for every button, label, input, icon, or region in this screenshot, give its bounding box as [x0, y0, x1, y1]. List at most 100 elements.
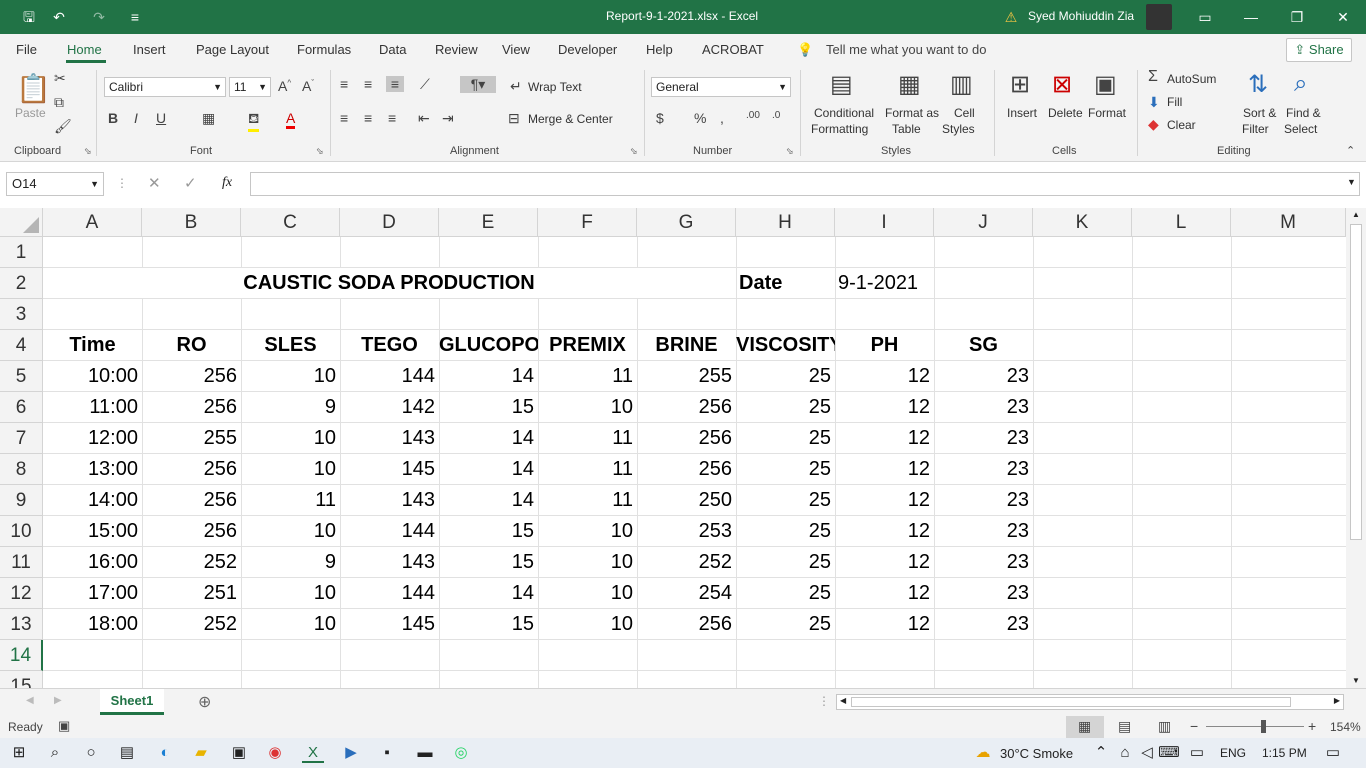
number-launcher-icon[interactable]: ⬂ — [786, 146, 794, 157]
ribbon-display-icon[interactable]: ▭ — [1196, 8, 1214, 26]
data-cell[interactable]: 10 — [538, 547, 637, 578]
find-icon[interactable]: ⌕ — [1294, 70, 1307, 98]
column-header[interactable]: I — [835, 208, 934, 237]
column-header[interactable]: J — [934, 208, 1033, 237]
data-cell[interactable]: 23 — [934, 547, 1033, 578]
delete-cells-icon[interactable]: ⊠ — [1052, 70, 1072, 99]
time-cell[interactable]: 13:00 — [43, 454, 142, 485]
data-cell[interactable]: 145 — [340, 609, 439, 640]
underline-icon[interactable]: U — [156, 110, 166, 126]
column-header[interactable]: K — [1033, 208, 1132, 237]
wrap-text-button[interactable]: Wrap Text — [528, 80, 582, 94]
row-header[interactable]: 10 — [0, 516, 43, 547]
bottom-align-icon[interactable]: ≡ — [386, 76, 404, 92]
data-cell[interactable]: 25 — [736, 423, 835, 454]
column-header[interactable]: A — [43, 208, 142, 237]
data-cell[interactable]: 252 — [637, 547, 736, 578]
data-cell[interactable]: 10 — [241, 609, 340, 640]
data-cell[interactable]: 10 — [538, 516, 637, 547]
whatsapp-icon[interactable]: ◎ — [450, 743, 472, 763]
split-handle-icon[interactable]: ⋮ — [818, 694, 830, 708]
format-cells-button[interactable]: Format — [1088, 106, 1126, 120]
language-indicator[interactable]: ENG — [1220, 746, 1246, 760]
cut-icon[interactable]: ✂ — [54, 70, 66, 87]
align-right-icon[interactable]: ≡ — [388, 110, 396, 126]
tab-page-layout[interactable]: Page Layout — [196, 42, 269, 57]
merge-center-icon[interactable]: ⊟ — [508, 110, 520, 127]
borders-icon[interactable]: ▦ — [202, 110, 215, 127]
currency-icon[interactable]: $ — [656, 110, 664, 126]
row-header[interactable]: 1 — [0, 237, 43, 268]
tab-formulas[interactable]: Formulas — [297, 42, 351, 57]
data-cell[interactable]: 12 — [835, 516, 934, 547]
data-cell[interactable]: 23 — [934, 392, 1033, 423]
data-cell[interactable]: 11 — [538, 361, 637, 392]
data-cell[interactable]: 255 — [637, 361, 736, 392]
data-cell[interactable]: 11 — [538, 485, 637, 516]
font-launcher-icon[interactable]: ⬂ — [316, 146, 324, 157]
row-header[interactable]: 6 — [0, 392, 43, 423]
autosum-button[interactable]: AutoSum — [1167, 72, 1216, 86]
data-cell[interactable]: 25 — [736, 516, 835, 547]
tray-chevron-icon[interactable]: ⌃ — [1090, 743, 1112, 763]
cancel-icon[interactable]: ✕ — [148, 174, 161, 192]
powershell-icon[interactable]: ▶ — [340, 743, 362, 763]
chrome-icon[interactable]: ◉ — [264, 743, 286, 763]
avatar[interactable] — [1146, 4, 1172, 30]
header-ro[interactable]: RO — [142, 330, 241, 361]
conditional-formatting-button[interactable]: Formatting — [811, 122, 868, 136]
excel-icon[interactable]: X — [302, 743, 324, 763]
data-cell[interactable]: 12 — [835, 454, 934, 485]
top-align-icon[interactable]: ≡ — [340, 76, 348, 92]
zoom-slider-thumb[interactable] — [1261, 720, 1266, 733]
clipboard-launcher-icon[interactable]: ⬂ — [84, 146, 92, 157]
data-cell[interactable]: 253 — [637, 516, 736, 547]
insert-function-icon[interactable]: fx — [222, 175, 232, 191]
cell-styles-icon[interactable]: ▥ — [950, 70, 973, 99]
insert-cells-icon[interactable]: ⊞ — [1010, 70, 1030, 99]
time-cell[interactable]: 16:00 — [43, 547, 142, 578]
row-header[interactable]: 11 — [0, 547, 43, 578]
header-ph[interactable]: PH — [835, 330, 934, 361]
tab-developer[interactable]: Developer — [558, 42, 617, 57]
data-cell[interactable]: 255 — [142, 423, 241, 454]
header-sles[interactable]: SLES — [241, 330, 340, 361]
bold-icon[interactable]: B — [108, 110, 118, 126]
ime-icon[interactable]: ⌨ — [1158, 743, 1180, 763]
data-cell[interactable]: 10 — [241, 361, 340, 392]
data-cell[interactable]: 25 — [736, 454, 835, 485]
data-cell[interactable]: 11 — [241, 485, 340, 516]
data-cell[interactable]: 12 — [835, 485, 934, 516]
data-cell[interactable]: 10 — [538, 609, 637, 640]
fill-color-icon[interactable]: ⛾ — [248, 110, 260, 132]
tab-home[interactable]: Home — [67, 42, 102, 57]
data-cell[interactable]: 12 — [835, 392, 934, 423]
eraser-icon[interactable]: ◆ — [1148, 116, 1159, 133]
format-painter-icon[interactable]: 🖌 — [54, 118, 72, 135]
data-cell[interactable]: 256 — [637, 392, 736, 423]
data-cell[interactable]: 25 — [736, 609, 835, 640]
time-cell[interactable]: 11:00 — [43, 392, 142, 423]
data-cell[interactable]: 23 — [934, 578, 1033, 609]
data-cell[interactable]: 143 — [340, 423, 439, 454]
clear-button[interactable]: Clear — [1167, 118, 1196, 132]
data-cell[interactable]: 10 — [241, 454, 340, 485]
column-header[interactable]: M — [1231, 208, 1346, 237]
zoom-in-icon[interactable]: + — [1308, 718, 1316, 734]
data-cell[interactable]: 23 — [934, 609, 1033, 640]
time-cell[interactable]: 12:00 — [43, 423, 142, 454]
sort-filter-icon[interactable]: ⇅ — [1248, 70, 1268, 99]
vertical-scrollbar[interactable]: ▲ ▼ — [1346, 208, 1366, 688]
row-header[interactable]: 2 — [0, 268, 43, 299]
spreadsheet-grid[interactable]: A B C D E F G H I J K L M 1 2 3 4 5 6 7 … — [0, 208, 1346, 688]
data-cell[interactable]: 12 — [835, 609, 934, 640]
column-header[interactable]: L — [1132, 208, 1231, 237]
weather-text[interactable]: 30°C Smoke — [1000, 746, 1073, 761]
edge-icon[interactable]: ◐ — [154, 743, 176, 763]
tab-data[interactable]: Data — [379, 42, 406, 57]
fill-button[interactable]: Fill — [1167, 95, 1182, 109]
row-header[interactable]: 15 — [0, 671, 43, 688]
restore-icon[interactable]: ❐ — [1288, 8, 1306, 26]
data-cell[interactable]: 11 — [538, 423, 637, 454]
delete-cells-button[interactable]: Delete — [1048, 106, 1083, 120]
